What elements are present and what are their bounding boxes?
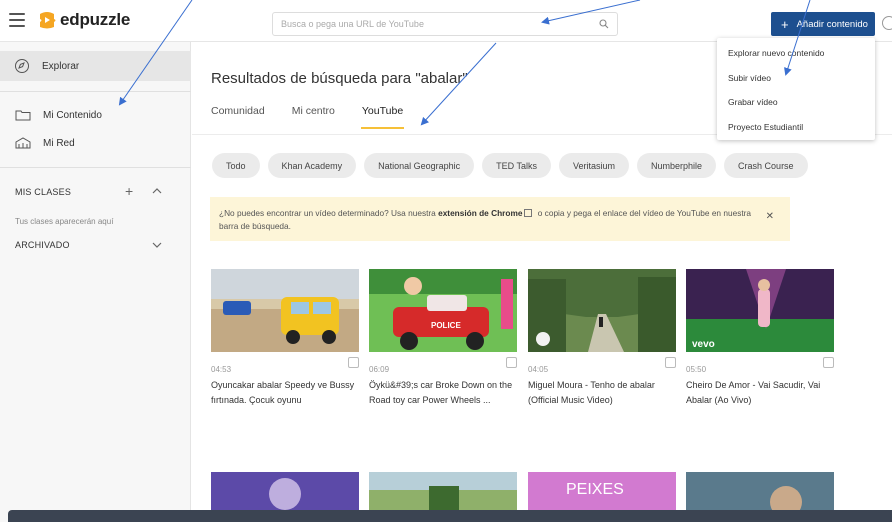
tab-my-school[interactable]: Mi centro	[292, 105, 335, 129]
tab-youtube[interactable]: YouTube	[360, 105, 405, 129]
video-thumbnail[interactable]: POLICE	[369, 269, 517, 352]
classes-empty-note: Tus clases aparecerán aquí	[15, 217, 114, 226]
chip-veritasium[interactable]: Veritasium	[558, 153, 630, 178]
divider	[0, 167, 191, 168]
page-title: Resultados de búsqueda para "abalar"	[211, 70, 468, 87]
video-card[interactable]: 04:05 Miguel Moura - Tenho de abalar (Of…	[528, 269, 676, 405]
taskbar	[8, 510, 892, 522]
video-card[interactable]: POLICE 06:09 Öykü&#39;s car Broke Down o…	[369, 269, 517, 405]
chevron-down-icon[interactable]	[152, 241, 162, 251]
logo-text[interactable]: edpuzzle	[60, 10, 130, 30]
folder-icon	[15, 110, 31, 121]
video-duration: 04:05	[528, 365, 549, 374]
video-meta: 06:09	[369, 357, 517, 374]
tab-community[interactable]: Comunidad	[211, 105, 265, 129]
compass-icon	[15, 59, 29, 73]
menu-icon[interactable]	[9, 13, 25, 27]
peixes-badge: PEIXES	[566, 481, 624, 498]
video-meta: 05:50	[686, 357, 834, 374]
chrome-extension-banner: ¿No puedes encontrar un vídeo determinad…	[210, 197, 790, 241]
video-title[interactable]: Oyuncakar abalar Speedy ve Bussy fırtına…	[211, 378, 359, 409]
banner-text: ¿No puedes encontrar un vídeo determinad…	[219, 208, 439, 218]
classes-header: MIS CLASES	[15, 187, 72, 197]
menu-item-explore-new[interactable]: Explorar nuevo contenido	[728, 48, 824, 58]
edpuzzle-logo-icon[interactable]	[36, 9, 58, 31]
chip-khan-academy[interactable]: Khan Academy	[267, 153, 357, 178]
external-link-icon	[524, 209, 533, 217]
police-badge: POLICE	[431, 321, 461, 330]
sidebar-item-explore[interactable]: Explorar	[0, 51, 191, 81]
chip-all[interactable]: Todo	[212, 153, 260, 178]
video-thumbnail[interactable]	[211, 472, 359, 512]
vevo-badge: vevo	[692, 339, 715, 350]
sidebar: Explorar Mi Contenido Mi Red MIS CLASES …	[0, 42, 191, 522]
video-meta: 04:53	[211, 357, 359, 374]
top-bar: edpuzzle + Añadir contenido	[0, 0, 892, 42]
close-icon[interactable]: ✕	[766, 209, 774, 225]
add-class-icon[interactable]: +	[125, 183, 133, 199]
chip-national-geographic[interactable]: National Geographic	[364, 153, 475, 178]
add-content-label: Añadir contenido	[796, 18, 868, 30]
source-tabs: Comunidad Mi centro YouTube	[211, 105, 430, 129]
search-box[interactable]	[272, 12, 618, 36]
video-title[interactable]: Miguel Moura - Tenho de abalar (Official…	[528, 378, 676, 409]
video-title[interactable]: Öykü&#39;s car Broke Down on the Road to…	[369, 378, 517, 409]
video-thumbnail[interactable]: vevo	[686, 269, 834, 352]
help-icon[interactable]	[882, 16, 892, 30]
search-input[interactable]	[273, 13, 583, 35]
video-thumbnail[interactable]	[686, 472, 834, 512]
video-thumbnail[interactable]	[528, 269, 676, 352]
add-content-menu: Explorar nuevo contenido Subir vídeo Gra…	[717, 38, 875, 140]
sidebar-item-label: Explorar	[42, 60, 80, 72]
archived-header[interactable]: ARCHIVADO	[15, 240, 70, 250]
sidebar-item-my-network[interactable]: Mi Red	[0, 132, 191, 154]
video-thumbnail[interactable]: PEIXES	[528, 472, 676, 512]
select-checkbox[interactable]	[823, 357, 834, 368]
school-icon	[15, 137, 31, 149]
search-icon[interactable]	[599, 19, 609, 29]
channel-filter: Todo Khan Academy National Geographic TE…	[212, 153, 816, 178]
video-duration: 04:53	[211, 365, 232, 374]
video-thumbnail[interactable]	[369, 472, 517, 512]
chrome-extension-link[interactable]: extensión de Chrome	[438, 208, 522, 218]
sidebar-item-label: Mi Red	[43, 137, 75, 149]
plus-icon: +	[781, 16, 789, 32]
chip-ted-talks[interactable]: TED Talks	[482, 153, 551, 178]
select-checkbox[interactable]	[665, 357, 676, 368]
video-title[interactable]: Cheiro De Amor - Vai Sacudir, Vai Abalar…	[686, 378, 834, 409]
chip-crash-course[interactable]: Crash Course	[724, 153, 808, 178]
menu-item-student-project[interactable]: Proyecto Estudiantil	[728, 122, 803, 132]
video-card[interactable]: 04:53 Oyuncakar abalar Speedy ve Bussy f…	[211, 269, 359, 405]
sidebar-item-my-content[interactable]: Mi Contenido	[0, 104, 191, 126]
video-duration: 06:09	[369, 365, 390, 374]
video-duration: 05:50	[686, 365, 707, 374]
divider	[0, 91, 191, 92]
menu-item-record-video[interactable]: Grabar vídeo	[728, 97, 778, 107]
add-content-button[interactable]: + Añadir contenido	[771, 12, 875, 36]
chip-numberphile[interactable]: Numberphile	[637, 153, 717, 178]
select-checkbox[interactable]	[348, 357, 359, 368]
menu-item-upload-video[interactable]: Subir vídeo	[728, 73, 771, 83]
select-checkbox[interactable]	[506, 357, 517, 368]
sidebar-item-label: Mi Contenido	[43, 109, 102, 121]
video-meta: 04:05	[528, 357, 676, 374]
chevron-up-icon[interactable]	[152, 186, 162, 196]
video-thumbnail[interactable]	[211, 269, 359, 352]
video-card[interactable]: vevo 05:50 Cheiro De Amor - Vai Sacudir,…	[686, 269, 834, 405]
